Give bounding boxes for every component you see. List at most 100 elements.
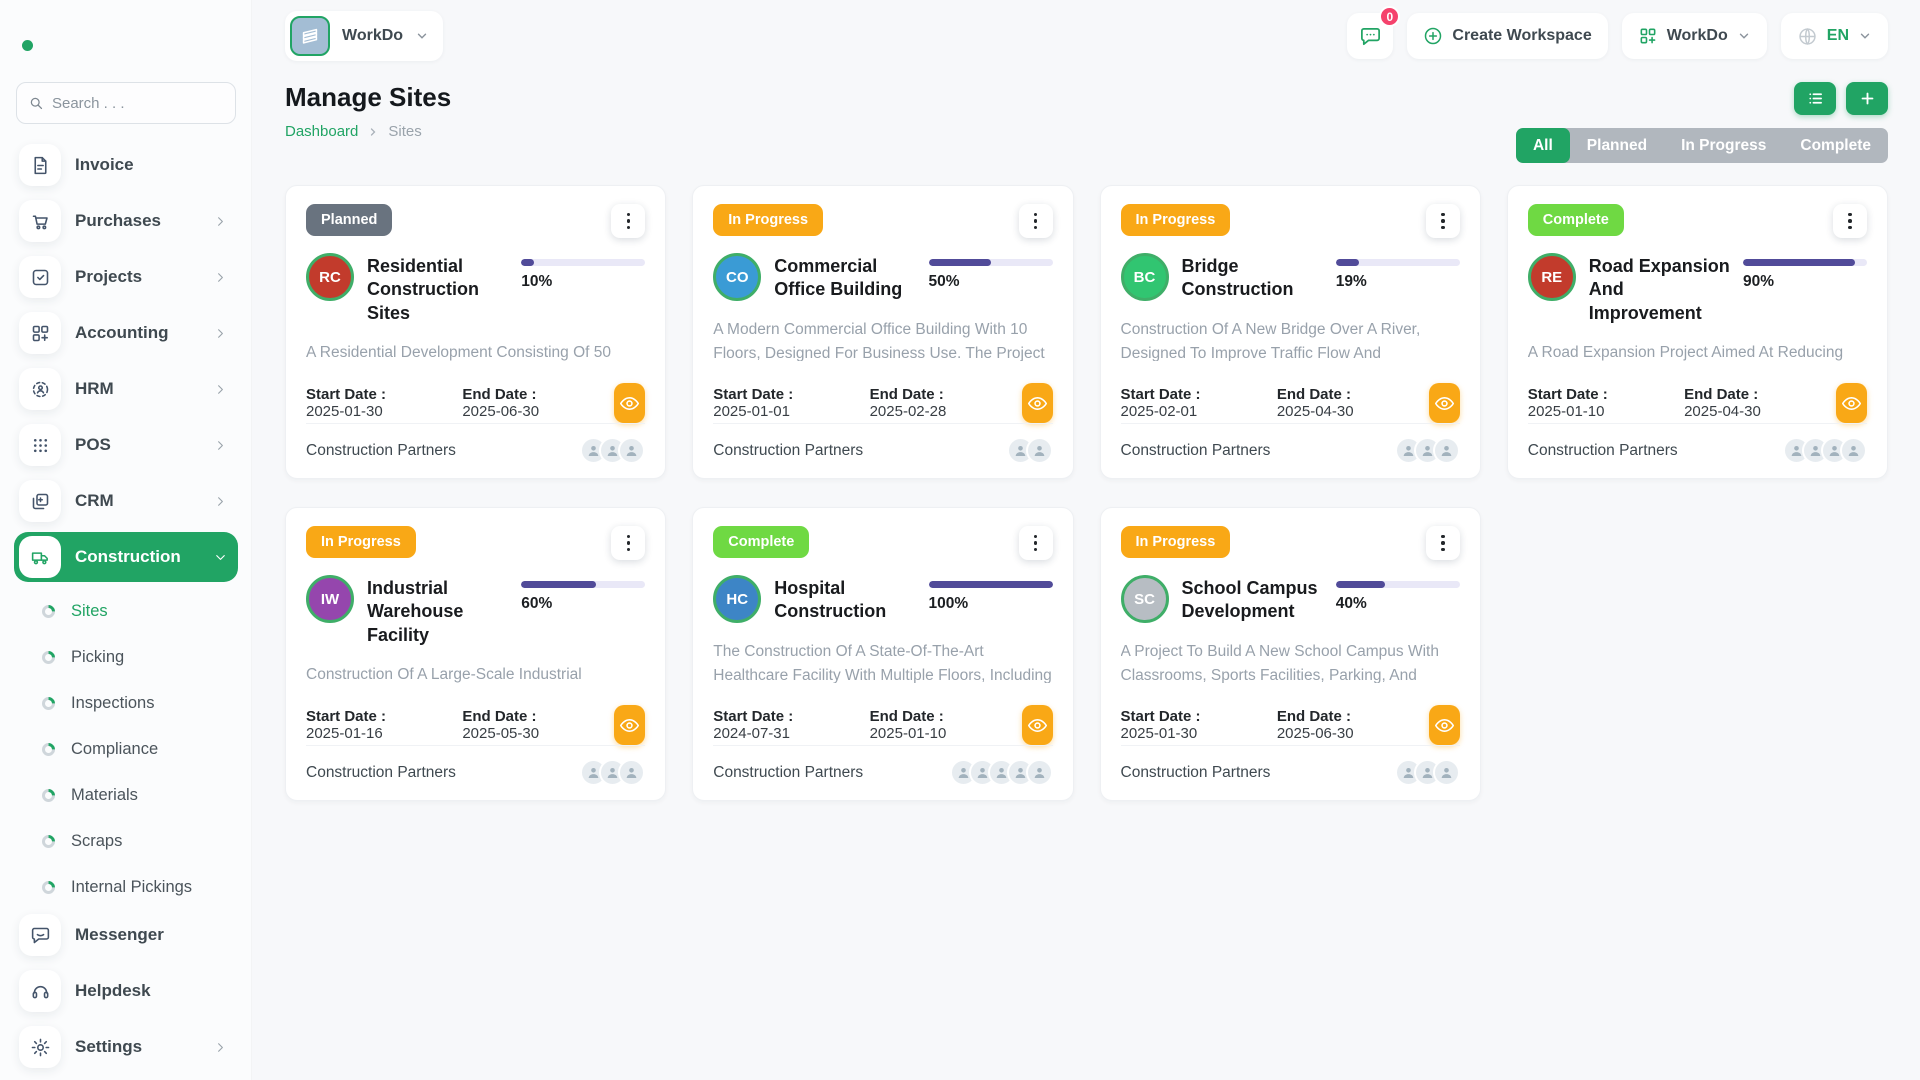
sidebar-item-accounting[interactable]: Accounting (14, 308, 238, 358)
site-card: Planned RC Residential Construction Site… (285, 185, 667, 479)
sidebar-subitem-materials[interactable]: Materials (14, 772, 238, 818)
status-badge: In Progress (713, 204, 824, 236)
sidebar-subitem-sites[interactable]: Sites (14, 588, 238, 634)
card-menu-button[interactable] (1425, 204, 1460, 238)
card-menu-button[interactable] (611, 204, 646, 238)
progress: 40% (1335, 575, 1460, 613)
status-badge: Planned (306, 204, 393, 236)
breadcrumb-dashboard-link[interactable]: Dashboard (285, 123, 358, 140)
workdo-menu-button[interactable]: WorkDo (1621, 13, 1767, 59)
card-menu-button[interactable] (1425, 526, 1460, 560)
list-view-button[interactable] (1794, 82, 1836, 115)
person-icon (1032, 443, 1047, 458)
card-menu-button[interactable] (611, 526, 646, 560)
headset-icon (19, 970, 61, 1012)
invoice-icon (19, 144, 61, 186)
site-description: A Road Expansion Project Aimed At Reduci… (1527, 344, 1844, 361)
view-site-button[interactable] (1021, 383, 1053, 423)
sidebar-subitem-internal-pickings[interactable]: Internal Pickings (14, 864, 238, 910)
progress-bar (521, 581, 646, 588)
sidebar-item-label: Messenger (75, 925, 164, 944)
partners-avatars (1394, 759, 1460, 786)
sidebar-subitem-inspections[interactable]: Inspections (14, 680, 238, 726)
sidebar-item-crm[interactable]: CRM (14, 476, 238, 526)
view-site-button[interactable] (1836, 383, 1867, 423)
partners-label: Construction Partners (1120, 763, 1271, 781)
view-site-button[interactable] (1021, 705, 1053, 745)
filter-tab-complete[interactable]: Complete (1783, 128, 1888, 163)
create-workspace-button[interactable]: Create Workspace (1407, 13, 1608, 59)
person-icon (1032, 765, 1047, 780)
card-menu-button[interactable] (1833, 204, 1867, 238)
sidebar-subitem-scraps[interactable]: Scraps (14, 818, 238, 864)
globe-icon (1799, 27, 1816, 45)
site-card: In Progress BC Bridge Construction 19% C… (1099, 185, 1481, 479)
filter-tab-planned[interactable]: Planned (1570, 128, 1664, 163)
sidebar-item-projects[interactable]: Projects (14, 252, 238, 302)
view-site-button[interactable] (1428, 383, 1460, 423)
sidebar-item-label: CRM (75, 491, 114, 510)
sidebar-item-invoice[interactable]: Invoice (14, 140, 238, 190)
filter-tab-all[interactable]: All (1515, 128, 1570, 163)
person-icon (1846, 443, 1861, 458)
page-header: Manage Sites Dashboard Sites All Planned… (285, 82, 1888, 163)
sidebar-item-hrm[interactable]: HRM (14, 364, 238, 414)
card-menu-button[interactable] (1018, 204, 1053, 238)
sidebar-item-purchases[interactable]: Purchases (14, 196, 238, 246)
add-site-button[interactable] (1846, 82, 1888, 115)
sidebar-subitem-label: Picking (71, 647, 125, 666)
person-icon (624, 443, 639, 458)
filter-tab-in-progress[interactable]: In Progress (1664, 128, 1783, 163)
sidebar-item-label: Construction (75, 547, 181, 566)
view-site-button[interactable] (614, 383, 646, 423)
app-logo[interactable] (14, 18, 238, 66)
eye-icon (1434, 393, 1455, 414)
sidebar-item-helpdesk[interactable]: Helpdesk (14, 966, 238, 1016)
search-input[interactable] (51, 94, 223, 112)
view-site-button[interactable] (614, 705, 646, 745)
end-date: End Date : 2025-05-30 (462, 708, 540, 742)
topbar: WorkDo 0 Create Workspace WorkDo EN (285, 0, 1888, 61)
check-square-icon (19, 256, 61, 298)
site-avatar: RE (1527, 253, 1576, 301)
sidebar-nav: Invoice Purchases Projects Accounting HRM POS… (14, 134, 238, 1072)
sidebar-subitem-compliance[interactable]: Compliance (14, 726, 238, 772)
progress-bar (1335, 581, 1460, 588)
site-avatar: RC (306, 253, 354, 301)
partner-avatar (1432, 437, 1460, 464)
messages-button[interactable]: 0 (1347, 6, 1401, 59)
card-menu-button[interactable] (1018, 526, 1053, 560)
sidebar-search[interactable] (16, 82, 236, 124)
progress-percent: 10% (521, 273, 553, 290)
chevron-right-icon (213, 270, 228, 285)
bullet-icon (39, 877, 58, 897)
logo-dot-icon (22, 39, 33, 51)
sidebar-subitem-picking[interactable]: Picking (14, 634, 238, 680)
sites-grid: Planned RC Residential Construction Site… (285, 185, 1888, 801)
page-title: Manage Sites (285, 82, 452, 112)
sidebar-item-messenger[interactable]: Messenger (14, 910, 238, 960)
partners-avatars (1006, 437, 1053, 464)
sidebar-item-settings[interactable]: Settings (14, 1022, 238, 1072)
view-site-button[interactable] (1428, 705, 1460, 745)
bullet-icon (39, 831, 58, 851)
partner-avatar (1025, 437, 1053, 464)
workspace-selector[interactable]: WorkDo (285, 11, 444, 61)
status-badge: In Progress (1120, 526, 1231, 558)
notification-badge: 0 (1379, 6, 1401, 27)
language-selector[interactable]: EN (1780, 13, 1888, 59)
person-icon (1439, 443, 1454, 458)
partners-label: Construction Partners (306, 441, 456, 459)
site-title: Industrial Warehouse Facility (367, 578, 464, 645)
progress: 19% (1335, 253, 1460, 291)
sidebar-item-label: Accounting (75, 323, 169, 342)
sidebar-item-pos[interactable]: POS (14, 420, 238, 470)
partner-avatar (1840, 437, 1867, 464)
partners-avatars (1394, 437, 1460, 464)
status-badge: In Progress (306, 526, 416, 558)
sidebar-item-construction[interactable]: Construction (14, 532, 238, 582)
progress-percent: 60% (521, 595, 553, 612)
partner-avatar (618, 437, 646, 464)
site-avatar: CO (713, 253, 762, 301)
progress-bar (521, 259, 646, 266)
